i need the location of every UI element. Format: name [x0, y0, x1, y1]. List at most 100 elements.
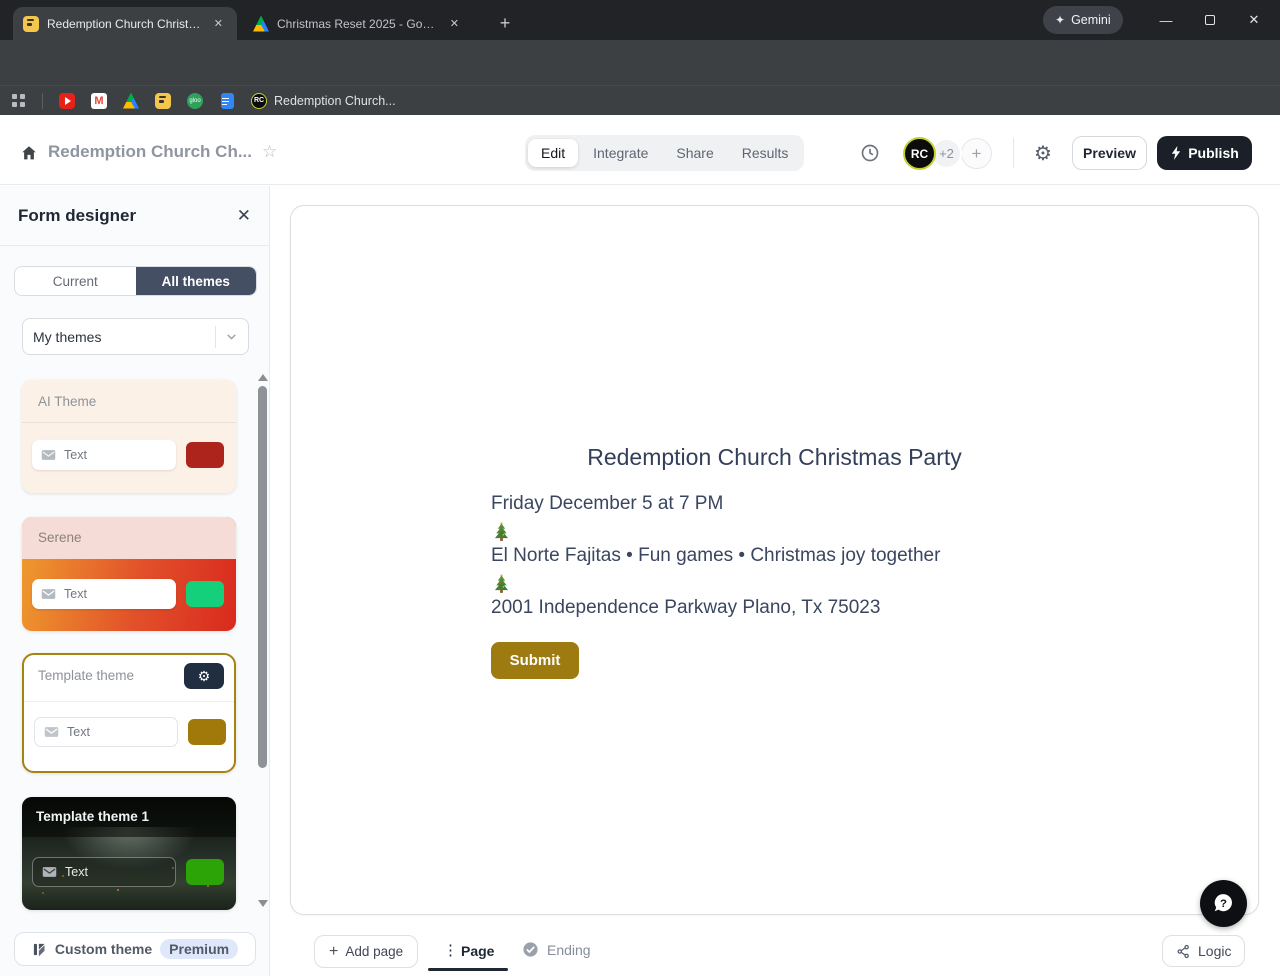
add-page-label: Add page [345, 944, 403, 959]
ending-tab[interactable]: Ending [522, 941, 591, 958]
bookmarks-separator [42, 93, 43, 109]
tab-results[interactable]: Results [729, 139, 802, 167]
workspace-avatar[interactable]: RC [903, 137, 936, 170]
tab-close-icon[interactable]: ✕ [210, 15, 227, 32]
form-line-details[interactable]: El Norte Fajitas • Fun games • Christmas… [491, 545, 940, 567]
logic-button[interactable]: Logic [1162, 935, 1245, 967]
toggle-all-themes[interactable]: All themes [136, 267, 257, 295]
gmail-bookmark-icon[interactable]: M [91, 93, 107, 109]
lightning-icon [1170, 146, 1182, 160]
scrollbar-thumb[interactable] [258, 386, 267, 768]
premium-badge: Premium [160, 939, 238, 959]
submit-button[interactable]: Submit [491, 642, 579, 679]
theme-preview-field: Text [34, 717, 178, 747]
card-divider [24, 701, 234, 702]
page-tab[interactable]: Page [461, 943, 494, 959]
theme-button-swatch [186, 859, 224, 885]
publish-button[interactable]: Publish [1157, 136, 1252, 170]
new-tab-button[interactable]: + [492, 10, 518, 36]
tab-share[interactable]: Share [663, 139, 726, 167]
scroll-up-arrow[interactable] [258, 374, 268, 381]
publish-label: Publish [1188, 145, 1239, 161]
fillout-bookmark-icon[interactable] [155, 93, 171, 109]
svg-text:?: ? [1220, 898, 1227, 910]
close-panel-icon[interactable]: ✕ [237, 206, 251, 226]
panel-divider [0, 245, 269, 246]
page-menu-icon[interactable]: ⋮ [443, 941, 458, 959]
theme-card-serene[interactable]: Serene Text [22, 517, 236, 631]
tab-title: Redemption Church Christmas [47, 17, 202, 31]
apps-grid-icon[interactable] [12, 94, 26, 108]
window-maximize-button[interactable] [1188, 0, 1232, 40]
editor-nav-tabs: Edit Integrate Share Results [525, 135, 804, 171]
theme-card-name: AI Theme [38, 394, 96, 409]
favorite-star-icon[interactable]: ☆ [262, 142, 277, 162]
theme-field-label: Text [65, 865, 88, 879]
envelope-icon [41, 588, 56, 600]
form-heading[interactable]: Redemption Church Christmas Party [291, 444, 1258, 471]
tab-edit[interactable]: Edit [528, 139, 578, 167]
browser-tab-inactive[interactable]: Christmas Reset 2025 - Google ✕ [243, 7, 473, 40]
theme-settings-button[interactable]: ⚙ [184, 663, 224, 689]
ending-label: Ending [547, 942, 591, 958]
bookmark-redemption-church[interactable]: RC Redemption Church... [251, 93, 396, 109]
tab-title: Christmas Reset 2025 - Google [277, 17, 438, 31]
gloo-bookmark-icon[interactable]: gloo [187, 93, 203, 109]
panel-title: Form designer [18, 206, 136, 226]
theme-field-label: Text [64, 448, 87, 462]
theme-card-template-theme[interactable]: Template theme ⚙ Text [22, 653, 236, 773]
theme-card-ai-theme[interactable]: AI Theme Text [22, 380, 236, 493]
theme-card-template-theme-1[interactable]: Template theme 1 Text [22, 797, 236, 910]
window-close-button[interactable]: ✕ [1232, 0, 1276, 40]
chevron-down-icon [225, 330, 238, 343]
browser-tab-active[interactable]: Redemption Church Christmas ✕ [13, 7, 237, 40]
bookmark-label: Redemption Church... [274, 94, 396, 108]
form-name-breadcrumb[interactable]: Redemption Church Ch... [48, 142, 252, 162]
browser-toolbar: build.fillout.com/editor/wzKdN2KXHhus/ed… [0, 40, 1280, 85]
home-icon[interactable] [20, 144, 38, 167]
help-bubble-icon: ? [1211, 891, 1236, 916]
theme-button-swatch [186, 442, 224, 468]
themes-dropdown[interactable]: My themes [22, 318, 249, 355]
drive-bookmark-icon[interactable] [123, 93, 139, 109]
form-line-datetime[interactable]: Friday December 5 at 7 PM [491, 493, 723, 515]
docs-bookmark-icon[interactable] [219, 93, 235, 109]
add-page-button[interactable]: + Add page [314, 935, 418, 968]
tab-integrate[interactable]: Integrate [580, 139, 661, 167]
window-minimize-button[interactable]: — [1144, 0, 1188, 40]
gemini-button[interactable]: ✦ Gemini [1043, 6, 1123, 34]
dropdown-divider [215, 326, 216, 348]
gemini-spark-icon: ✦ [1055, 13, 1065, 27]
theme-preview-field: Text [32, 857, 176, 887]
toggle-current[interactable]: Current [15, 267, 136, 295]
add-collaborator-button[interactable]: + [961, 138, 992, 169]
help-button[interactable]: ? [1200, 880, 1247, 927]
card-divider [22, 422, 236, 423]
check-circle-icon [522, 941, 539, 958]
tab-close-icon[interactable]: ✕ [446, 15, 463, 32]
envelope-icon [41, 449, 56, 461]
rc-logo-icon: RC [251, 93, 267, 109]
envelope-icon [42, 866, 57, 878]
theme-preview-field: Text [32, 579, 176, 609]
custom-theme-label: Custom theme [55, 941, 152, 957]
custom-theme-button[interactable]: Custom theme Premium [14, 932, 256, 966]
preview-button[interactable]: Preview [1072, 136, 1147, 170]
form-canvas[interactable]: Redemption Church Christmas Party Friday… [290, 205, 1259, 915]
themes-dropdown-value: My themes [33, 329, 215, 345]
settings-gear-icon[interactable]: ⚙ [1034, 141, 1052, 166]
theme-button-swatch [186, 581, 224, 607]
version-history-icon[interactable] [860, 143, 880, 168]
theme-card-name: Serene [38, 530, 82, 545]
form-line-address[interactable]: 2001 Independence Parkway Plano, Tx 7502… [491, 597, 880, 619]
christmas-tree-icon [494, 522, 509, 541]
plus-icon: + [329, 943, 338, 961]
youtube-bookmark-icon[interactable] [59, 93, 75, 109]
theme-field-label: Text [67, 725, 90, 739]
paint-icon [32, 942, 47, 957]
scroll-down-arrow[interactable] [258, 900, 268, 907]
fillout-favicon-icon [23, 16, 39, 32]
theme-card-name: Template theme [38, 668, 134, 683]
active-page-indicator [428, 968, 508, 971]
envelope-icon [44, 726, 59, 738]
